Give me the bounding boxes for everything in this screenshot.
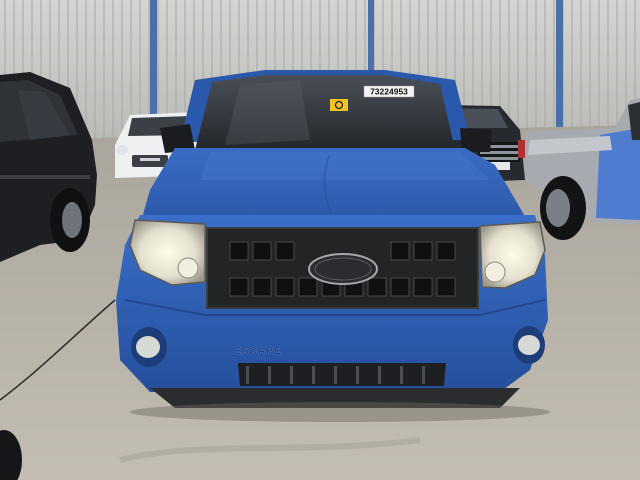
left-headlight-bulb xyxy=(177,257,199,279)
wall-rib xyxy=(517,0,519,145)
ford-oval-emblem xyxy=(308,253,378,285)
grille-slot xyxy=(275,277,295,297)
right-headlight-bulb xyxy=(484,261,506,283)
wall-rib xyxy=(112,0,114,145)
wall-rib xyxy=(535,0,537,145)
intake-bar xyxy=(312,366,315,384)
grille-slot xyxy=(390,241,410,261)
hazard-sticker-icon xyxy=(330,99,348,111)
wall-rib xyxy=(589,0,591,145)
intake-bar xyxy=(356,366,359,384)
intake-bar xyxy=(246,366,249,384)
grille-slot xyxy=(298,277,318,297)
intake-bar xyxy=(334,366,337,384)
wall-rib xyxy=(526,0,528,145)
wall-rib xyxy=(94,0,96,145)
grille-slot xyxy=(436,277,456,297)
wall-rib xyxy=(85,0,87,145)
grille-slot xyxy=(390,277,410,297)
grille-slot xyxy=(275,241,295,261)
intake-bar xyxy=(290,366,293,384)
intake-bar xyxy=(268,366,271,384)
grille-slot xyxy=(252,277,272,297)
left-fog-lamp xyxy=(131,327,167,367)
parking-lot-photo: 73224953 ESCAPE xyxy=(0,0,640,480)
grille-slot xyxy=(413,277,433,297)
intake-bar xyxy=(422,366,425,384)
wall-rib xyxy=(553,0,555,145)
lot-tag-number: 73224953 xyxy=(370,87,408,97)
grille-slot xyxy=(252,241,272,261)
wall-rib xyxy=(598,0,600,145)
wall-rib xyxy=(121,0,123,145)
right-fog-lamp xyxy=(513,326,545,364)
photo-canvas: 73224953 ESCAPE xyxy=(0,0,640,480)
grille-slot xyxy=(367,277,387,297)
grille-slot xyxy=(229,241,249,261)
escape-badge: ESCAPE xyxy=(234,346,281,357)
grille-slot xyxy=(436,241,456,261)
wall-rib xyxy=(103,0,105,145)
grille-slot xyxy=(413,241,433,261)
wall-post xyxy=(556,0,563,135)
intake-bar xyxy=(378,366,381,384)
wall-rib xyxy=(580,0,582,145)
grille-slot xyxy=(229,277,249,297)
wall-rib xyxy=(544,0,546,145)
intake-bar xyxy=(400,366,403,384)
wall-rib xyxy=(607,0,609,145)
wall-rib xyxy=(571,0,573,145)
suv-shadow xyxy=(130,402,550,422)
